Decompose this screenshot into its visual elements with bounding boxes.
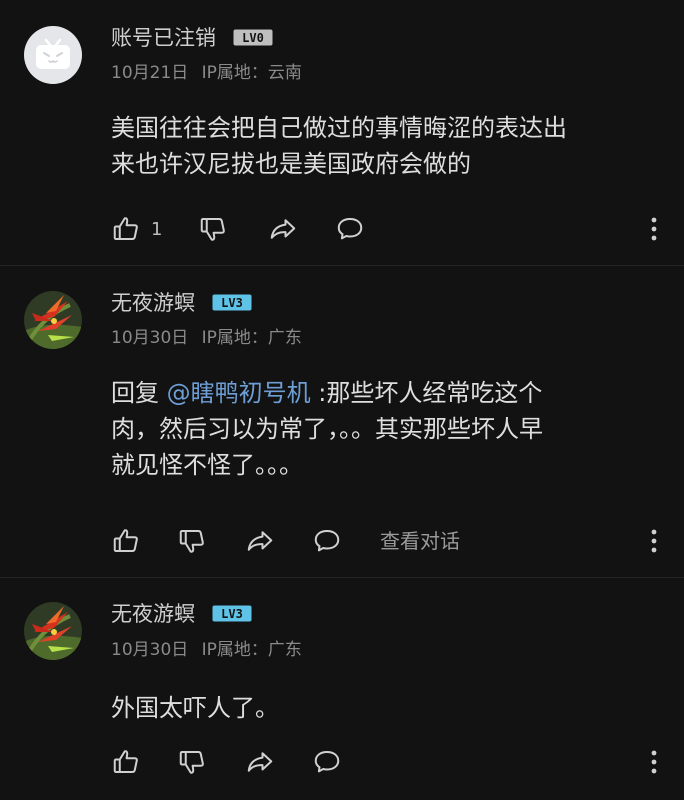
comment-actions: 1 [111,212,660,246]
more-vertical-icon [651,217,657,241]
avatar[interactable] [24,291,82,349]
comment-divider [0,577,684,578]
like-button[interactable] [111,524,141,558]
content-line: :那些坏人经常吃这个 [310,379,543,407]
content-line: 外国太吓人了。 [111,694,279,722]
reply-prefix: 回复 [111,379,167,407]
view-conversation-link[interactable]: 查看对话 [380,524,460,558]
comment-bubble-icon [314,751,340,773]
user-mention-link[interactable]: @瞎鸭初号机 [167,379,311,407]
ip-location: IP属地：广东 [201,640,302,660]
username[interactable]: 账号已注销 [111,26,216,50]
comment-meta: 10月30日 IP属地：广东 [111,639,302,661]
content-line: 肉，然后习以为常了，。。其实那些坏人早 [111,415,543,443]
thumbs-down-icon [200,218,225,241]
share-button[interactable] [245,745,275,779]
share-arrow-icon [270,219,296,239]
level-badge-icon: LV3 [212,294,252,310]
dislike-button[interactable] [177,745,207,779]
share-button[interactable] [245,524,275,558]
reply-button[interactable] [312,745,342,779]
avatar[interactable] [24,602,82,660]
reply-button[interactable] [312,524,342,558]
level-badge-text: LV3 [221,607,243,621]
level-badge-text: LV3 [221,296,243,310]
share-button[interactable] [268,212,298,246]
comment-meta: 10月21日 IP属地：云南 [111,62,302,84]
comment-content: 外国太吓人了。 [111,690,651,726]
more-options-button[interactable] [648,212,660,246]
comment-actions [111,745,660,779]
content-line: 美国往往会把自己做过的事情晦涩的表达出 [111,114,567,142]
level-badge-icon: LV0 [233,29,273,45]
more-vertical-icon [651,529,657,553]
comment-bubble-icon [314,530,340,552]
level-badge-text: LV0 [242,31,264,45]
comment-divider [0,265,684,266]
comment-date: 10月21日 [111,63,189,83]
thumbs-down-icon [179,530,204,553]
ip-location: IP属地：广东 [201,328,302,348]
username[interactable]: 无夜游螟 [111,291,195,315]
comment-content: 美国往往会把自己做过的事情晦涩的表达出 来也许汉尼拔也是美国政府会做的 [111,110,651,182]
more-options-button[interactable] [648,745,660,779]
thumbs-up-icon [113,529,138,552]
thumbs-up-icon [113,750,138,773]
dislike-button[interactable] [177,524,207,558]
comment-bubble-icon [337,218,363,240]
more-options-button[interactable] [648,524,660,558]
comment-date: 10月30日 [111,640,189,660]
comment-actions: 查看对话 [111,524,660,558]
username[interactable]: 无夜游螟 [111,602,195,626]
deleted-account-tv-avatar-icon [24,26,82,84]
dislike-button[interactable] [198,212,228,246]
share-arrow-icon [247,531,273,551]
bird-of-paradise-flower-avatar-icon [24,291,82,349]
share-arrow-icon [247,752,273,772]
comment-meta: 10月30日 IP属地：广东 [111,327,302,349]
bird-of-paradise-flower-avatar-icon [24,602,82,660]
avatar[interactable] [24,26,82,84]
thumbs-down-icon [179,751,204,774]
like-button[interactable]: 1 [111,212,162,246]
ip-location: IP属地：云南 [201,63,302,83]
more-vertical-icon [651,750,657,774]
like-count: 1 [151,218,163,240]
content-line: 就见怪不怪了。。。 [111,451,303,479]
content-line: 来也许汉尼拔也是美国政府会做的 [111,150,471,178]
thumbs-up-icon [113,217,138,240]
comment-content: 回复 @瞎鸭初号机 :那些坏人经常吃这个 肉，然后习以为常了，。。其实那些坏人早… [111,375,651,483]
like-button[interactable] [111,745,141,779]
level-badge-icon: LV3 [212,605,252,621]
reply-button[interactable] [335,212,365,246]
comment-date: 10月30日 [111,328,189,348]
